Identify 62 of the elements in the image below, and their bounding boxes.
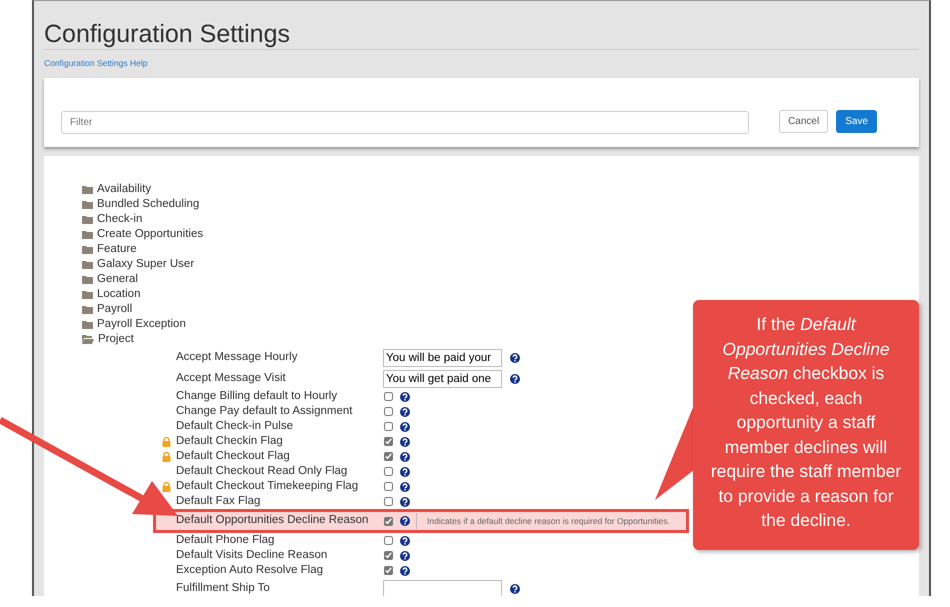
help-icon[interactable]	[400, 436, 410, 446]
help-icon[interactable]	[400, 516, 410, 526]
setting-label: Default Visits Decline Reason	[176, 548, 328, 563]
tree-item[interactable]: Feature	[97, 242, 137, 257]
help-icon[interactable]	[510, 374, 520, 384]
filter-field[interactable]: Filter	[61, 111, 749, 134]
checkbox[interactable]	[384, 536, 393, 545]
tooltip: Indicates if a default decline reason is required for Opportunities.	[416, 513, 672, 529]
setting-label: Exception Auto Resolve Flag	[176, 562, 324, 578]
help-icon[interactable]	[400, 536, 410, 546]
setting-label: Accept Message Visit	[176, 370, 287, 386]
checkbox[interactable]	[384, 467, 393, 476]
setting-label: Default Checkout Timekeeping Flag	[176, 478, 360, 494]
help-icon[interactable]	[400, 422, 410, 432]
setting-label: Default Check-in Pulse	[176, 418, 294, 434]
cancel-button[interactable]: Cancel	[779, 110, 828, 133]
checkbox[interactable]	[384, 422, 393, 431]
tree-item[interactable]: Location	[97, 287, 140, 302]
help-icon[interactable]	[510, 584, 520, 594]
checkbox[interactable]	[384, 407, 393, 416]
setting-label: Default Fax Flag	[176, 494, 262, 509]
callout: If the Default Opportunities Decline Reason checkbox is checked, each opportunity a staff member declines will require the staff member to provide a reason for the decline.	[693, 300, 919, 550]
text-field[interactable]: You will get paid one	[383, 370, 502, 388]
save-button[interactable]: Save	[836, 110, 877, 133]
help-icon[interactable]	[400, 466, 410, 476]
tree-item[interactable]: Payroll	[97, 302, 132, 317]
text-field[interactable]	[383, 580, 502, 596]
text-field[interactable]: You will be paid your	[383, 348, 502, 366]
help-icon[interactable]	[400, 566, 410, 576]
setting-label: Default Checkout Flag	[176, 448, 291, 464]
setting-label: Default Checkout Read Only Flag	[176, 464, 348, 479]
setting-label: Accept Message Hourly	[176, 350, 298, 365]
setting-label: Default Phone Flag	[176, 532, 276, 548]
tree-item[interactable]: General	[97, 272, 138, 287]
checkbox[interactable]	[384, 566, 393, 575]
tree-item[interactable]: Availability	[97, 182, 152, 197]
setting-label: Default Checkin Flag	[176, 434, 284, 449]
tree-item[interactable]: Galaxy Super User	[97, 257, 194, 272]
help-icon[interactable]	[400, 392, 410, 402]
page-title: Configuration Settings	[44, 19, 919, 50]
help-icon[interactable]	[400, 482, 410, 492]
help-icon[interactable]	[400, 452, 410, 462]
tree-item[interactable]: Create Opportunities	[97, 227, 204, 242]
checkbox[interactable]	[384, 482, 393, 491]
tree-item[interactable]: Project	[98, 332, 134, 347]
setting-label: Change Pay default to Assignment	[176, 404, 354, 419]
tree-item[interactable]: Payroll Exception	[97, 317, 186, 332]
setting-label: Fulfillment Ship To	[176, 580, 271, 596]
help-icon[interactable]	[400, 550, 410, 560]
tree-item[interactable]: Bundled Scheduling	[97, 197, 200, 212]
tree-item[interactable]: Check-in	[97, 212, 142, 227]
help-icon[interactable]	[400, 406, 410, 416]
checkbox[interactable]	[384, 516, 393, 526]
checkbox[interactable]	[384, 497, 393, 506]
checkbox[interactable]	[384, 437, 393, 446]
help-icon[interactable]	[400, 496, 410, 506]
setting-label: Change Billing default to Hourly	[176, 388, 338, 404]
checkbox[interactable]	[384, 551, 393, 560]
checkbox[interactable]	[384, 392, 393, 401]
checkbox[interactable]	[384, 452, 393, 461]
setting-label: Default Opportunities Decline Reason	[176, 513, 370, 528]
help-icon[interactable]	[510, 352, 520, 362]
